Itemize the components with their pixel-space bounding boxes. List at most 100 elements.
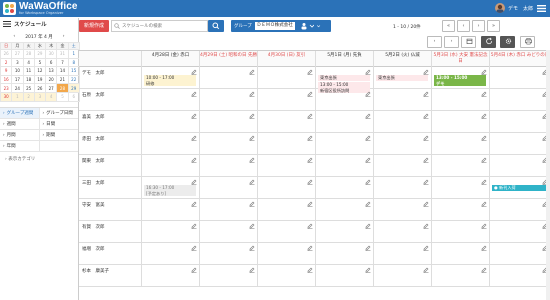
calendar-day[interactable]: 25 <box>22 83 35 93</box>
edit-icon[interactable] <box>365 113 371 119</box>
calendar-day[interactable]: 26 <box>33 83 47 93</box>
member-name[interactable]: 三田 太郎 <box>79 177 141 198</box>
calendar-day[interactable]: 30 <box>0 91 13 102</box>
edit-icon[interactable] <box>481 179 487 185</box>
day-cell[interactable] <box>489 221 550 242</box>
calendar-day[interactable]: 28 <box>22 49 35 59</box>
edit-icon[interactable] <box>191 245 197 251</box>
member-name[interactable]: デモ 太郎 <box>79 67 141 88</box>
day-cell[interactable]: 東京出張 <box>373 67 431 88</box>
date-header[interactable]: 4月28日 (金) 赤口 <box>141 51 199 67</box>
next-week-button[interactable]: › <box>444 36 459 48</box>
edit-icon[interactable] <box>307 179 313 185</box>
member-name[interactable]: 赤田 太郎 <box>79 133 141 154</box>
edit-icon[interactable] <box>307 245 313 251</box>
day-cell[interactable] <box>257 199 315 220</box>
day-cell[interactable]: 東京出張 13:00 - 15:00 新宿区役所訪問 <box>315 67 373 93</box>
scrollbar[interactable] <box>546 50 550 300</box>
edit-icon[interactable] <box>249 201 255 207</box>
calendar-day[interactable]: 23 <box>0 83 13 93</box>
calendar-day[interactable]: 22 <box>67 74 80 85</box>
settings-button[interactable] <box>500 36 515 48</box>
edit-icon[interactable] <box>249 267 255 273</box>
edit-icon[interactable] <box>307 267 313 273</box>
day-cell[interactable] <box>257 111 315 132</box>
calendar-day[interactable]: 1 <box>11 91 24 102</box>
calendar-day[interactable]: 6 <box>45 57 58 68</box>
calendar-day[interactable]: 10 <box>11 66 24 76</box>
day-cell[interactable] <box>257 89 315 110</box>
prev-page-button[interactable]: ‹ <box>457 20 470 32</box>
day-cell[interactable] <box>141 199 199 220</box>
day-cell[interactable] <box>431 89 489 110</box>
calendar-day[interactable]: 13 <box>45 66 58 76</box>
next-page-button[interactable]: › <box>472 20 485 32</box>
new-schedule-button[interactable]: 新規作成 <box>79 20 109 32</box>
day-cell[interactable] <box>315 199 373 220</box>
edit-icon[interactable] <box>249 223 255 229</box>
tab-day[interactable]: › 日間 <box>38 118 79 129</box>
calendar-day[interactable]: 4 <box>45 91 58 102</box>
member-name[interactable]: 有賀 次郎 <box>79 221 141 242</box>
day-cell[interactable] <box>199 155 257 176</box>
edit-icon[interactable] <box>365 179 371 185</box>
calendar-day[interactable]: 14 <box>56 66 69 76</box>
calendar-day[interactable]: 18 <box>22 74 35 85</box>
calendar-day[interactable]: 27 <box>45 83 58 93</box>
day-cell[interactable] <box>373 155 431 176</box>
users-icon[interactable] <box>300 22 314 30</box>
edit-icon[interactable] <box>365 223 371 229</box>
day-cell[interactable] <box>431 199 489 220</box>
edit-icon[interactable] <box>423 91 429 97</box>
edit-icon[interactable] <box>191 223 197 229</box>
category-toggle[interactable]: › 表示カテゴリ <box>0 155 78 164</box>
member-name[interactable]: 関東 太郎 <box>79 155 141 176</box>
day-cell[interactable] <box>373 89 431 110</box>
day-cell[interactable] <box>489 199 550 220</box>
day-cell[interactable] <box>141 111 199 132</box>
edit-icon[interactable] <box>481 113 487 119</box>
edit-icon[interactable] <box>249 135 255 141</box>
day-cell[interactable] <box>199 221 257 242</box>
day-cell[interactable] <box>431 155 489 176</box>
day-cell[interactable] <box>199 111 257 132</box>
day-cell[interactable] <box>199 67 257 88</box>
tab-year[interactable]: › 年間 <box>0 141 39 151</box>
edit-icon[interactable] <box>249 113 255 119</box>
prev-week-button[interactable]: ‹ <box>427 36 442 48</box>
day-cell[interactable] <box>431 221 489 242</box>
day-cell[interactable] <box>199 133 257 154</box>
day-cell[interactable] <box>315 111 373 132</box>
day-cell[interactable] <box>141 133 199 154</box>
edit-icon[interactable] <box>249 179 255 185</box>
calendar-day[interactable]: 20 <box>45 74 58 85</box>
edit-icon[interactable] <box>423 201 429 207</box>
day-cell[interactable] <box>257 177 315 198</box>
day-cell[interactable] <box>257 243 315 264</box>
calendar-day[interactable]: 26 <box>0 49 13 59</box>
edit-icon[interactable] <box>423 179 429 185</box>
edit-icon[interactable] <box>307 223 313 229</box>
calendar-day[interactable]: 11 <box>22 66 35 76</box>
calendar-day[interactable]: 27 <box>11 49 24 59</box>
schedule-event[interactable]: 16:30 - 17:00 [予定あり] <box>144 185 196 196</box>
edit-icon[interactable] <box>365 267 371 273</box>
calendar-day[interactable]: 1 <box>67 49 80 59</box>
day-cell[interactable] <box>431 133 489 154</box>
calendar-day[interactable]: 6 <box>67 91 80 102</box>
day-cell[interactable] <box>199 89 257 110</box>
edit-icon[interactable] <box>249 157 255 163</box>
calendar-day[interactable]: 29 <box>67 83 80 93</box>
edit-icon[interactable] <box>481 223 487 229</box>
next-month-icon[interactable]: › <box>63 34 65 39</box>
schedule-event[interactable]: 東京出張 <box>376 75 428 81</box>
calendar-day[interactable]: 30 <box>45 49 58 59</box>
day-cell[interactable] <box>431 243 489 264</box>
date-header[interactable]: 5月2日 (火) 仏滅 <box>373 51 431 67</box>
search-button[interactable] <box>208 20 224 32</box>
edit-icon[interactable] <box>481 157 487 163</box>
date-header[interactable]: 5月4日 (木) 赤口 みどりの日 <box>489 51 550 67</box>
edit-icon[interactable] <box>423 223 429 229</box>
day-cell[interactable]: 16:30 - 17:00 [予定あり] <box>141 177 199 198</box>
edit-icon[interactable] <box>249 91 255 97</box>
